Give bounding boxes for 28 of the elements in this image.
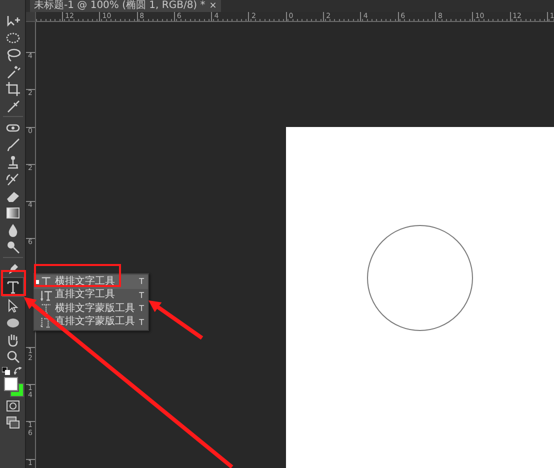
- type-tool-icon: [40, 290, 53, 301]
- shortcut-key: T: [139, 277, 148, 286]
- menu-item-label: 横排文字蒙版工具: [54, 302, 136, 315]
- type-icon[interactable]: [4, 279, 20, 295]
- background-color-swatch[interactable]: [10, 383, 24, 397]
- lasso-icon[interactable]: [4, 46, 20, 62]
- document-tab[interactable]: 未标题-1 @ 100% (椭圆 1, RGB/8) * ×: [30, 0, 221, 12]
- default-colors-icon[interactable]: [2, 367, 10, 375]
- document-title: 未标题-1 @ 100% (椭圆 1, RGB/8) *: [34, 0, 206, 12]
- crop-icon[interactable]: [4, 80, 20, 96]
- menu-item[interactable]: 横排文字蒙版工具 T: [34, 302, 148, 316]
- menu-item-label: 直排文字工具: [54, 289, 116, 302]
- quick-mask-icon[interactable]: [4, 398, 20, 414]
- close-button[interactable]: ×: [209, 2, 217, 10]
- menu-item[interactable]: 直排文字工具 T: [34, 288, 148, 302]
- screen-mode-icon[interactable]: [4, 414, 20, 430]
- shortcut-key: T: [139, 290, 148, 300]
- gradient-icon[interactable]: [4, 204, 20, 220]
- menu-item-label: 横排文字工具: [54, 276, 116, 288]
- shortcut-key: T: [139, 304, 148, 314]
- highlight-frame: [1, 270, 26, 296]
- type-tool-icon: [40, 303, 53, 314]
- shortcut-key: T: [139, 318, 148, 327]
- brush-icon[interactable]: [4, 136, 20, 152]
- swap-arrow-icon[interactable]: [14, 367, 22, 375]
- zoom-icon[interactable]: [4, 348, 20, 364]
- type-tool-icon: [40, 276, 53, 288]
- foreground-color-swatch[interactable]: [4, 377, 18, 391]
